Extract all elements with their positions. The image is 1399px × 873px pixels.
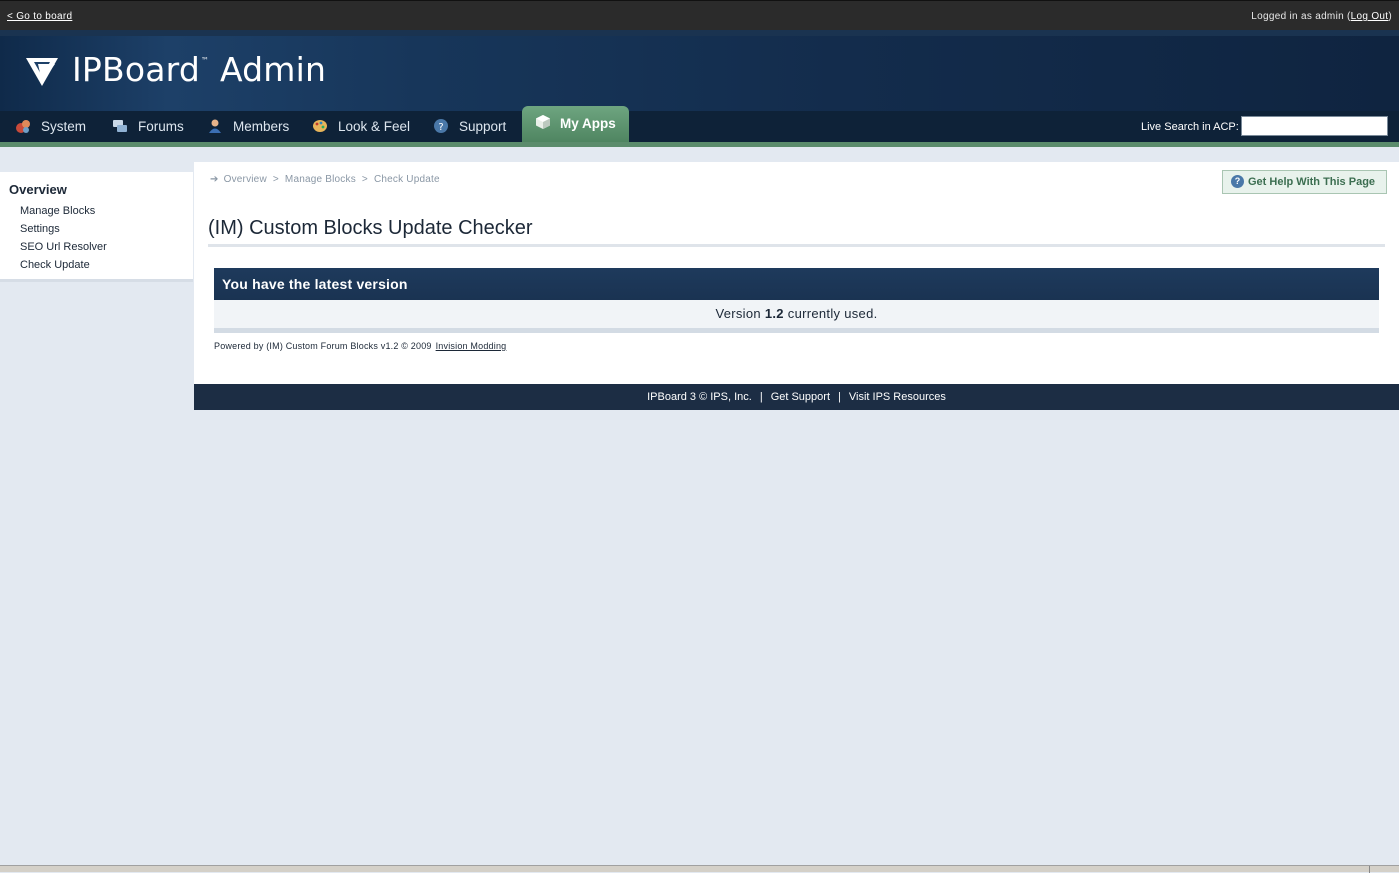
footer-get-support-link[interactable]: Get Support (771, 391, 830, 403)
footer-separator: | (759, 391, 763, 403)
live-search-label: Live Search in ACP: (1141, 121, 1239, 133)
support-icon: ? (434, 119, 448, 134)
footer-separator: | (838, 391, 841, 403)
tab-system-label: System (41, 119, 87, 134)
sidebar-item-check-update[interactable]: Check Update (20, 259, 90, 271)
footer-visit-resources-link[interactable]: Visit IPS Resources (849, 391, 946, 403)
tab-support[interactable]: ? Support (433, 111, 506, 142)
sidebar-title: Overview (9, 182, 67, 197)
status-box-title: You have the latest version (214, 268, 1379, 300)
footer-copyright: IPBoard 3 © IPS, Inc. (647, 391, 752, 403)
breadcrumb-overview[interactable]: Overview (224, 174, 267, 185)
my-apps-icon (536, 115, 550, 130)
tab-my-apps-label: My Apps (560, 116, 616, 131)
logout-link[interactable]: Log Out (1351, 11, 1389, 22)
help-icon: ? (1231, 174, 1244, 188)
title-divider (208, 244, 1385, 247)
members-icon (209, 119, 221, 134)
breadcrumb-separator: > (272, 174, 279, 185)
go-to-board-link[interactable]: < Go to board (7, 11, 72, 22)
version-number: 1.2 (764, 306, 784, 321)
version-suffix: currently used. (787, 306, 878, 321)
svg-text:?: ? (438, 122, 443, 133)
tab-look-feel-label: Look & Feel (338, 119, 411, 134)
logo-ipboard: IPBoard (72, 50, 201, 89)
logged-in-text: Logged in as admin ( (1251, 11, 1351, 22)
version-prefix: Version (715, 306, 761, 321)
main-nav: System Forums Members Look & Feel ? Suppo… (0, 106, 1399, 142)
sidebar-item-manage-blocks[interactable]: Manage Blocks (20, 205, 95, 217)
tab-forums[interactable]: Forums (112, 111, 184, 142)
footer: IPBoard 3 © IPS, Inc. | Get Support | Visit … (194, 384, 1399, 410)
logo-trademark: ™ (201, 56, 210, 65)
breadcrumb-arrow-icon: ➔ (210, 174, 219, 185)
nav-accent-stripe (0, 142, 1399, 147)
logged-in-status: Logged in as admin (Log Out) (1251, 11, 1392, 22)
look-feel-icon (313, 120, 327, 133)
sidebar-item-settings[interactable]: Settings (20, 223, 60, 235)
tab-forums-label: Forums (138, 119, 184, 134)
breadcrumb-check-update: Check Update (373, 174, 440, 185)
get-help-label: Get Help With This Page (1248, 176, 1376, 188)
version-status: Version 1.2 currently used. (214, 300, 1379, 328)
powered-by-text: Powered by (IM) Custom Forum Blocks v1.2… (214, 341, 432, 351)
breadcrumb: ➔ Overview > Manage Blocks > Check Update (210, 174, 440, 185)
tab-my-apps[interactable]: My Apps (522, 106, 629, 142)
powered-by: Powered by (IM) Custom Forum Blocks v1.2… (214, 341, 506, 351)
main-content: ➔ Overview > Manage Blocks > Check Update ? Ge… (194, 162, 1399, 384)
system-icon (16, 120, 30, 134)
tab-support-label: Support (459, 119, 507, 134)
live-search-input[interactable] (1241, 116, 1388, 136)
forums-icon (113, 120, 127, 133)
sidebar-item-seo-url-resolver[interactable]: SEO Url Resolver (20, 241, 107, 253)
top-bar: < Go to board Logged in as admin (Log Ou… (0, 0, 1399, 30)
logged-in-suffix: ) (1388, 11, 1392, 22)
get-help-button[interactable]: ? Get Help With This Page (1222, 170, 1387, 194)
ipboard-logo-icon (26, 58, 58, 86)
breadcrumb-manage-blocks[interactable]: Manage Blocks (285, 174, 356, 185)
tab-look-feel[interactable]: Look & Feel (312, 111, 410, 142)
status-box-footer (214, 328, 1379, 333)
sidebar: Overview Manage Blocks Settings SEO Url … (0, 172, 193, 282)
tab-members-label: Members (233, 119, 290, 134)
tab-system[interactable]: System (15, 111, 86, 142)
invision-modding-link[interactable]: Invision Modding (436, 341, 507, 351)
logo-text: IPBoard™ Admin (72, 50, 326, 89)
breadcrumb-separator: > (361, 174, 368, 185)
header: IPBoard™ Admin (0, 30, 1399, 111)
browser-status-bar (0, 865, 1399, 873)
page-title: (IM) Custom Blocks Update Checker (208, 217, 533, 239)
logo-admin: Admin (219, 50, 327, 89)
tab-members[interactable]: Members (207, 111, 289, 142)
